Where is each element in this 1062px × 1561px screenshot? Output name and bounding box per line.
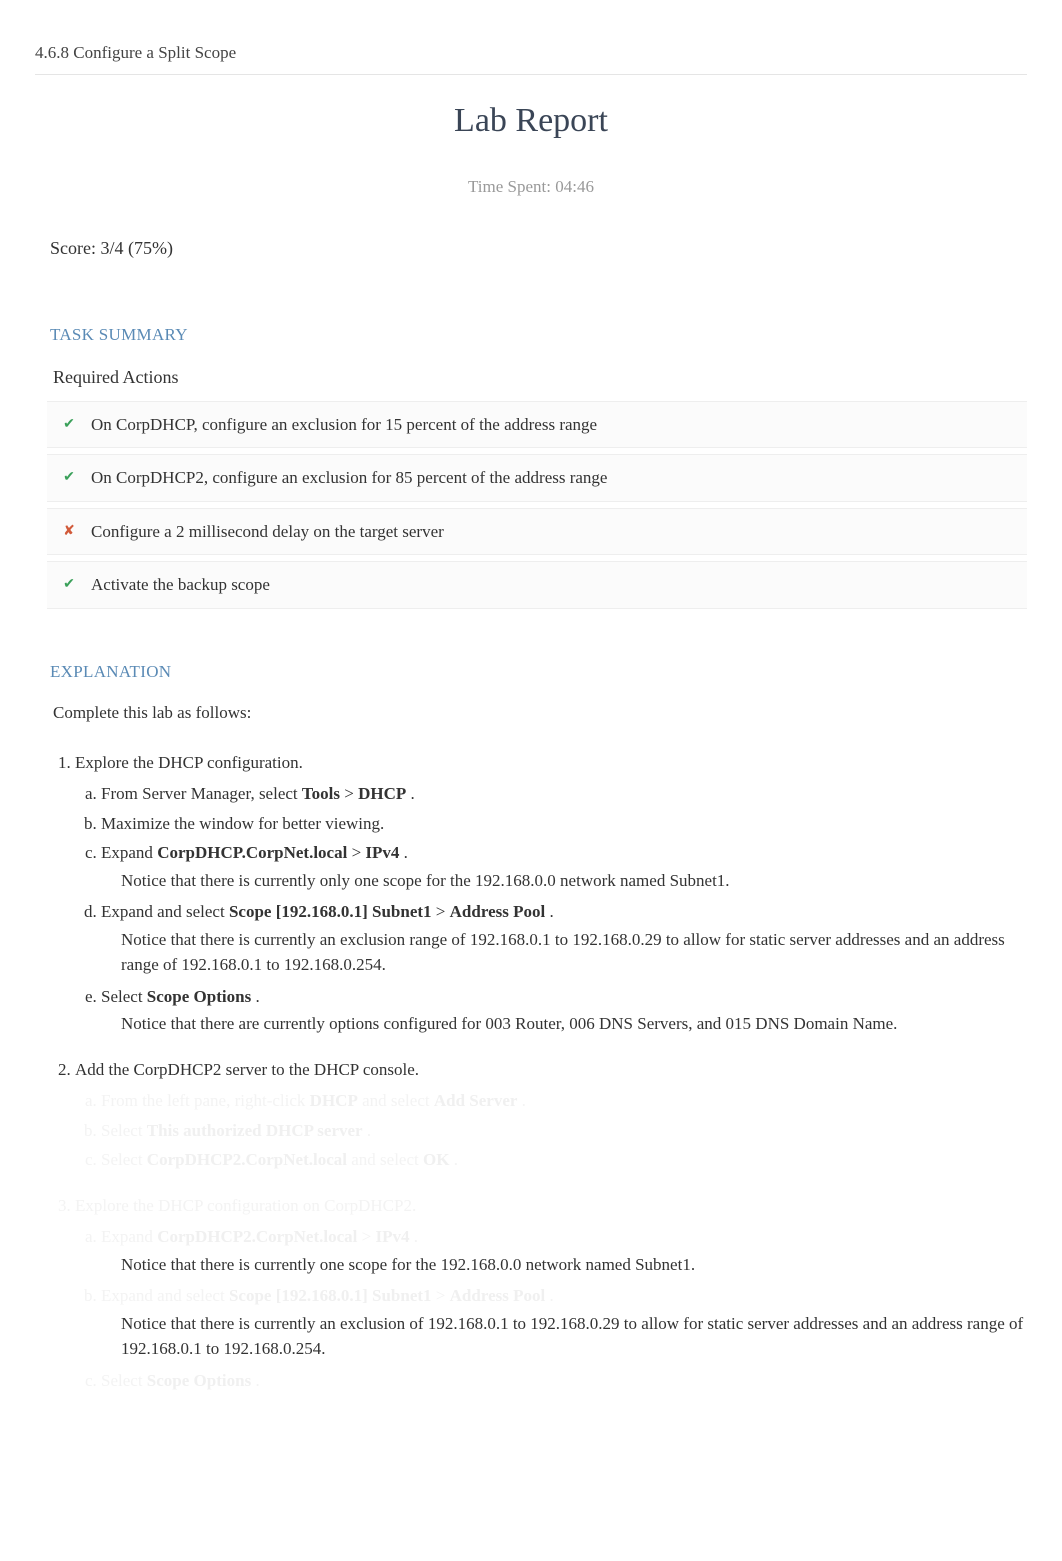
substep-bold: DHCP: [358, 784, 406, 803]
substep-bold: This authorized DHCP server: [147, 1121, 363, 1140]
substep-bold: CorpDHCP.CorpNet.local: [157, 843, 347, 862]
substep-fragment: >: [436, 1286, 450, 1305]
step-item: Explore the DHCP configuration. From Ser…: [75, 750, 1027, 1037]
substep-bold: Address Pool: [450, 902, 546, 921]
substep-fragment: >: [362, 1227, 376, 1246]
task-summary-heading: TASK SUMMARY: [50, 322, 1027, 348]
substep-fragment: >: [436, 902, 450, 921]
substep-fragment: Select: [101, 1371, 147, 1390]
substep-fragment: .: [255, 987, 259, 1006]
substep-bold: Scope [192.168.0.1] Subnet1: [229, 902, 432, 921]
substep-fragment: .: [549, 902, 553, 921]
substep-fragment: From the left pane, right-click: [101, 1091, 310, 1110]
substeps-list: From Server Manager, select Tools > DHCP…: [101, 781, 1027, 1037]
substep-bold: Scope Options: [147, 987, 251, 1006]
substep-fragment: .: [255, 1371, 259, 1390]
required-actions-label: Required Actions: [53, 364, 1027, 391]
x-icon: ✘: [59, 521, 79, 542]
substep-fragment: .: [414, 1227, 418, 1246]
actions-list: ✔ On CorpDHCP, configure an exclusion fo…: [47, 401, 1027, 609]
steps-list: Explore the DHCP configuration. From Ser…: [75, 750, 1027, 1394]
divider: [35, 74, 1027, 75]
substep: Expand and select Scope [192.168.0.1] Su…: [101, 1283, 1027, 1362]
substep-fragment: Expand and select: [101, 902, 229, 921]
substep: From Server Manager, select Tools > DHCP…: [101, 781, 1027, 807]
step-title: Add the CorpDHCP2 server to the DHCP con…: [75, 1060, 419, 1079]
substep: Expand CorpDHCP.CorpNet.local > IPv4 . N…: [101, 840, 1027, 893]
substep-fragment: Select: [101, 1150, 147, 1169]
action-row: ✔ On CorpDHCP2, configure an exclusion f…: [47, 454, 1027, 502]
substep-fragment: Select: [101, 987, 147, 1006]
page-title: Lab Report: [35, 95, 1027, 146]
substep: Maximize the window for better viewing.: [101, 811, 1027, 837]
substep-bold: IPv4: [365, 843, 399, 862]
explanation-intro: Complete this lab as follows:: [53, 700, 1027, 726]
substep-fragment: Expand: [101, 843, 157, 862]
substep-note: Notice that there is currently only one …: [121, 868, 1027, 894]
action-row: ✔ On CorpDHCP, configure an exclusion fo…: [47, 401, 1027, 449]
step-item: Add the CorpDHCP2 server to the DHCP con…: [75, 1057, 1027, 1173]
substep: Expand and select Scope [192.168.0.1] Su…: [101, 899, 1027, 978]
substep-fragment: .: [454, 1150, 458, 1169]
substep: Select CorpDHCP2.CorpNet.local and selec…: [101, 1147, 1027, 1173]
substep-bold: Scope [192.168.0.1] Subnet1: [229, 1286, 432, 1305]
action-row: ✔ Activate the backup scope: [47, 561, 1027, 609]
substep-fragment: and select: [351, 1150, 423, 1169]
substep-note: Notice that there is currently an exclus…: [121, 1311, 1027, 1362]
step-item: Explore the DHCP configuration on CorpDH…: [75, 1193, 1027, 1394]
action-text: Configure a 2 millisecond delay on the t…: [91, 519, 444, 545]
time-spent: Time Spent: 04:46: [35, 174, 1027, 200]
substep-fragment: >: [352, 843, 366, 862]
substep-bold: Address Pool: [450, 1286, 546, 1305]
score-text: Score: 3/4 (75%): [50, 235, 1027, 262]
explanation-heading: EXPLANATION: [50, 659, 1027, 685]
breadcrumb: 4.6.8 Configure a Split Scope: [35, 40, 1027, 66]
substep-bold: Tools: [302, 784, 340, 803]
substep-note: Notice that there are currently options …: [121, 1011, 1027, 1037]
substep: Select This authorized DHCP server .: [101, 1118, 1027, 1144]
substep-bold: Scope Options: [147, 1371, 251, 1390]
substep: Select Scope Options . Notice that there…: [101, 984, 1027, 1037]
substep-fragment: .: [411, 784, 415, 803]
check-icon: ✔: [59, 414, 79, 435]
substep: Select Scope Options .: [101, 1368, 1027, 1394]
substep-bold: OK: [423, 1150, 449, 1169]
substep-bold: Add Server: [434, 1091, 518, 1110]
substeps-list: From the left pane, right-click DHCP and…: [101, 1088, 1027, 1173]
substep-fragment: .: [367, 1121, 371, 1140]
substep-bold: DHCP: [310, 1091, 358, 1110]
action-text: On CorpDHCP2, configure an exclusion for…: [91, 465, 607, 491]
check-icon: ✔: [59, 574, 79, 595]
step-title: Explore the DHCP configuration.: [75, 753, 303, 772]
substep-bold: IPv4: [375, 1227, 409, 1246]
substep-note: Notice that there is currently an exclus…: [121, 927, 1027, 978]
substep-fragment: .: [549, 1286, 553, 1305]
action-row: ✘ Configure a 2 millisecond delay on the…: [47, 508, 1027, 556]
substep: Expand CorpDHCP2.CorpNet.local > IPv4 . …: [101, 1224, 1027, 1277]
substep-fragment: Expand: [101, 1227, 157, 1246]
substep-fragment: and select: [362, 1091, 434, 1110]
action-text: Activate the backup scope: [91, 572, 270, 598]
substep-note: Notice that there is currently one scope…: [121, 1252, 1027, 1278]
substep: From the left pane, right-click DHCP and…: [101, 1088, 1027, 1114]
explanation-body: Complete this lab as follows: Explore th…: [53, 700, 1027, 1393]
substep-bold: CorpDHCP2.CorpNet.local: [147, 1150, 347, 1169]
substeps-list: Expand CorpDHCP2.CorpNet.local > IPv4 . …: [101, 1224, 1027, 1393]
substep-fragment: .: [404, 843, 408, 862]
substep-bold: CorpDHCP2.CorpNet.local: [157, 1227, 357, 1246]
check-icon: ✔: [59, 467, 79, 488]
action-text: On CorpDHCP, configure an exclusion for …: [91, 412, 597, 438]
substep-fragment: >: [344, 784, 358, 803]
substep-fragment: Select: [101, 1121, 147, 1140]
substep-fragment: .: [522, 1091, 526, 1110]
substep-fragment: From Server Manager, select: [101, 784, 302, 803]
step-title: Explore the DHCP configuration on CorpDH…: [75, 1196, 416, 1215]
substep-fragment: Expand and select: [101, 1286, 229, 1305]
